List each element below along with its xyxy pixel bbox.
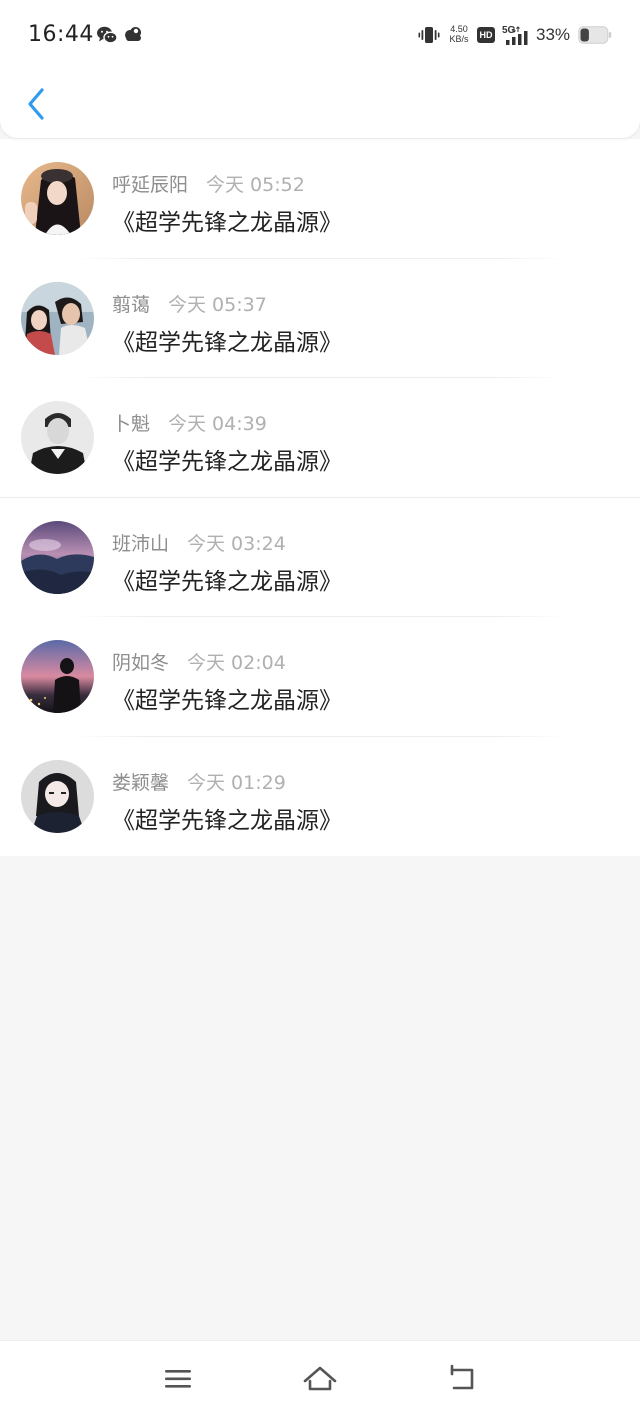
message-meta: 卜魁 今天 04:39 xyxy=(112,409,267,436)
author-name[interactable]: 翦蔼 xyxy=(112,294,150,316)
book-title[interactable]: 《超学先锋之龙晶源》 xyxy=(112,562,342,596)
list-item[interactable]: 卜魁 今天 04:39 《超学先锋之龙晶源》 xyxy=(0,378,640,498)
author-name[interactable]: 阴如冬 xyxy=(112,652,169,674)
avatar[interactable] xyxy=(21,162,94,235)
timestamp: 今天 05:52 xyxy=(206,174,305,196)
list-item[interactable]: 娄颖馨 今天 01:29 《超学先锋之龙晶源》 xyxy=(0,736,640,856)
message-meta: 呼延辰阳 今天 05:52 xyxy=(112,170,305,197)
list-item[interactable]: 阴如冬 今天 02:04 《超学先锋之龙晶源》 xyxy=(0,617,640,737)
battery-icon xyxy=(578,26,612,44)
wechat-icon xyxy=(97,26,118,44)
bottom-navigation-bar xyxy=(0,1340,640,1416)
message-meta: 阴如冬 今天 02:04 xyxy=(112,648,286,675)
back-icon xyxy=(450,1364,474,1390)
book-title[interactable]: 《超学先锋之龙晶源》 xyxy=(112,681,342,715)
author-name[interactable]: 卜魁 xyxy=(112,413,150,435)
menu-button[interactable] xyxy=(158,1359,198,1399)
list-item[interactable]: 呼延辰阳 今天 05:52 《超学先锋之龙晶源》 xyxy=(0,139,640,259)
avatar[interactable] xyxy=(21,281,94,355)
net-speed: 4.50 KB/s xyxy=(446,24,472,44)
back-button[interactable] xyxy=(18,82,54,126)
author-name[interactable]: 娄颖馨 xyxy=(112,772,169,794)
avatar[interactable] xyxy=(21,759,94,833)
avatar[interactable] xyxy=(21,401,94,474)
message-meta: 娄颖馨 今天 01:29 xyxy=(112,768,286,795)
book-title[interactable]: 《超学先锋之龙晶源》 xyxy=(112,323,342,357)
book-title[interactable]: 《超学先锋之龙晶源》 xyxy=(112,442,342,476)
net-speed-value: 4.50 xyxy=(450,24,468,34)
system-back-button[interactable] xyxy=(442,1359,482,1399)
message-meta: 班沛山 今天 03:24 xyxy=(112,529,286,556)
message-meta: 翦蔼 今天 05:37 xyxy=(112,290,267,317)
message-list: 呼延辰阳 今天 05:52 《超学先锋之龙晶源》 翦蔼 今天 05:37 《超学先锋… xyxy=(0,139,640,856)
battery-percent: 33% xyxy=(536,25,571,44)
chevron-left-icon xyxy=(28,88,44,120)
list-item[interactable]: 翦蔼 今天 05:37 《超学先锋之龙晶源》 xyxy=(0,258,640,378)
timestamp: 今天 03:24 xyxy=(187,532,286,555)
cloud-icon xyxy=(125,27,141,41)
avatar[interactable] xyxy=(21,640,94,713)
timestamp: 今天 02:04 xyxy=(187,652,286,674)
timestamp: 今天 04:39 xyxy=(168,413,267,435)
status-time: 16:44 xyxy=(28,22,94,47)
vibrate-icon xyxy=(418,27,440,43)
author-name[interactable]: 班沛山 xyxy=(112,533,169,555)
avatar[interactable] xyxy=(21,520,94,594)
menu-icon xyxy=(165,1370,191,1388)
book-title[interactable]: 《超学先锋之龙晶源》 xyxy=(112,801,342,835)
status-bar: 16:44 4.50 KB/s HD 5G 33% xyxy=(0,0,640,70)
timestamp: 今天 05:37 xyxy=(168,293,267,316)
home-button[interactable] xyxy=(300,1359,340,1399)
list-item[interactable]: 班沛山 今天 03:24 《超学先锋之龙晶源》 xyxy=(0,497,640,617)
home-icon xyxy=(303,1366,337,1391)
hd-badge: HD xyxy=(477,27,495,43)
book-title[interactable]: 《超学先锋之龙晶源》 xyxy=(112,203,342,237)
top-bar: 16:44 4.50 KB/s HD 5G 33% xyxy=(0,0,640,138)
signal-icon: 5G xyxy=(502,25,528,45)
net-speed-unit: KB/s xyxy=(449,34,469,44)
timestamp: 今天 01:29 xyxy=(187,771,286,794)
author-name[interactable]: 呼延辰阳 xyxy=(112,174,188,196)
